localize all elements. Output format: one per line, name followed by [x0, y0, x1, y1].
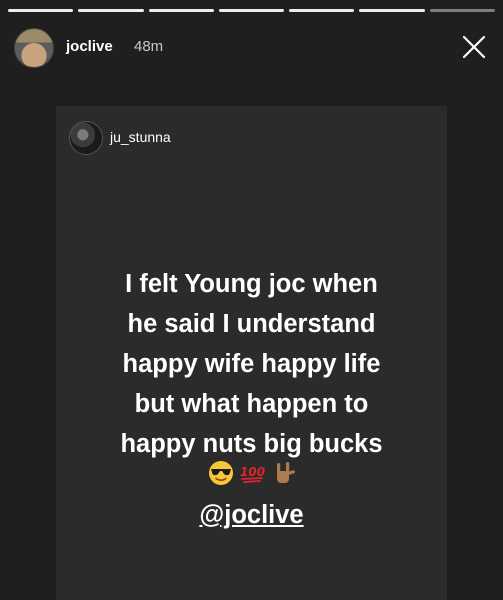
sunglasses-face-icon — [208, 461, 233, 485]
post-text-line: he said I understand — [127, 310, 376, 338]
svg-text:100: 100 — [240, 465, 265, 479]
progress-segment — [218, 9, 285, 12]
shared-post-card[interactable]: ju_stunna I felt Young joc when he said … — [56, 106, 447, 600]
progress-segment — [78, 9, 144, 12]
avatar[interactable] — [14, 28, 54, 68]
progress-segment — [289, 9, 355, 12]
shared-post-avatar[interactable] — [69, 121, 103, 155]
progress-segment — [8, 9, 74, 12]
shared-post-username[interactable]: ju_stunna — [110, 129, 171, 145]
post-text-line: but what happen to — [134, 390, 369, 418]
post-text: I felt Young joc when he said I understa… — [56, 264, 447, 464]
love-you-gesture-icon — [276, 462, 295, 483]
story-timestamp: 48m — [134, 38, 164, 55]
hundred-points-icon: 100 — [240, 465, 265, 483]
post-text-line: happy wife happy life — [122, 350, 381, 378]
story-progress-bar — [8, 9, 495, 12]
progress-segment — [359, 9, 425, 12]
progress-segment — [148, 9, 214, 12]
close-icon[interactable] — [461, 34, 487, 60]
emoji-row: 100 — [56, 458, 447, 488]
progress-segment — [429, 9, 495, 12]
post-text-line: I felt Young joc when — [125, 270, 378, 298]
user-mention-link[interactable]: @joclive — [56, 501, 447, 530]
story-header: joclive 48m — [14, 26, 491, 70]
story-username[interactable]: joclive — [66, 38, 113, 55]
